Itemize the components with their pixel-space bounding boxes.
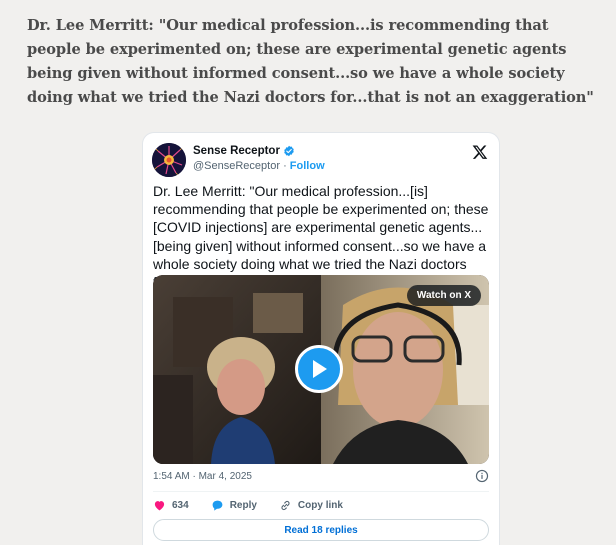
video-player[interactable]: Watch on X xyxy=(153,275,489,464)
display-name[interactable]: Sense Receptor xyxy=(193,145,280,157)
copy-link-label: Copy link xyxy=(297,500,343,511)
embedded-tweet: Sense Receptor @SenseReceptor · Follow D… xyxy=(142,132,500,545)
link-icon xyxy=(281,500,290,511)
like-button[interactable]: 634 xyxy=(153,499,189,512)
article-headline: Dr. Lee Merritt: "Our medical profession… xyxy=(27,17,594,106)
play-icon xyxy=(313,360,327,378)
like-count: 634 xyxy=(172,500,189,511)
info-icon[interactable] xyxy=(475,469,489,483)
user-handle[interactable]: @SenseReceptor xyxy=(193,160,280,172)
reply-label: Reply xyxy=(229,500,257,511)
reply-button[interactable]: Reply xyxy=(211,499,257,512)
copy-link-button[interactable]: Copy link xyxy=(279,499,343,512)
follow-button[interactable]: Follow xyxy=(290,160,325,172)
separator-dot: · xyxy=(283,160,287,172)
x-logo-icon[interactable] xyxy=(472,144,488,160)
verified-badge-icon xyxy=(284,145,294,157)
watch-on-x-button[interactable]: Watch on X xyxy=(406,285,481,306)
tweet-timestamp[interactable]: 1:54 AM · Mar 4, 2025 xyxy=(153,471,252,482)
play-button[interactable] xyxy=(295,345,343,393)
read-replies-button[interactable]: Read 18 replies xyxy=(153,519,489,541)
divider xyxy=(153,491,489,492)
reply-icon xyxy=(212,500,223,511)
avatar[interactable] xyxy=(152,143,186,177)
heart-icon xyxy=(154,501,165,511)
